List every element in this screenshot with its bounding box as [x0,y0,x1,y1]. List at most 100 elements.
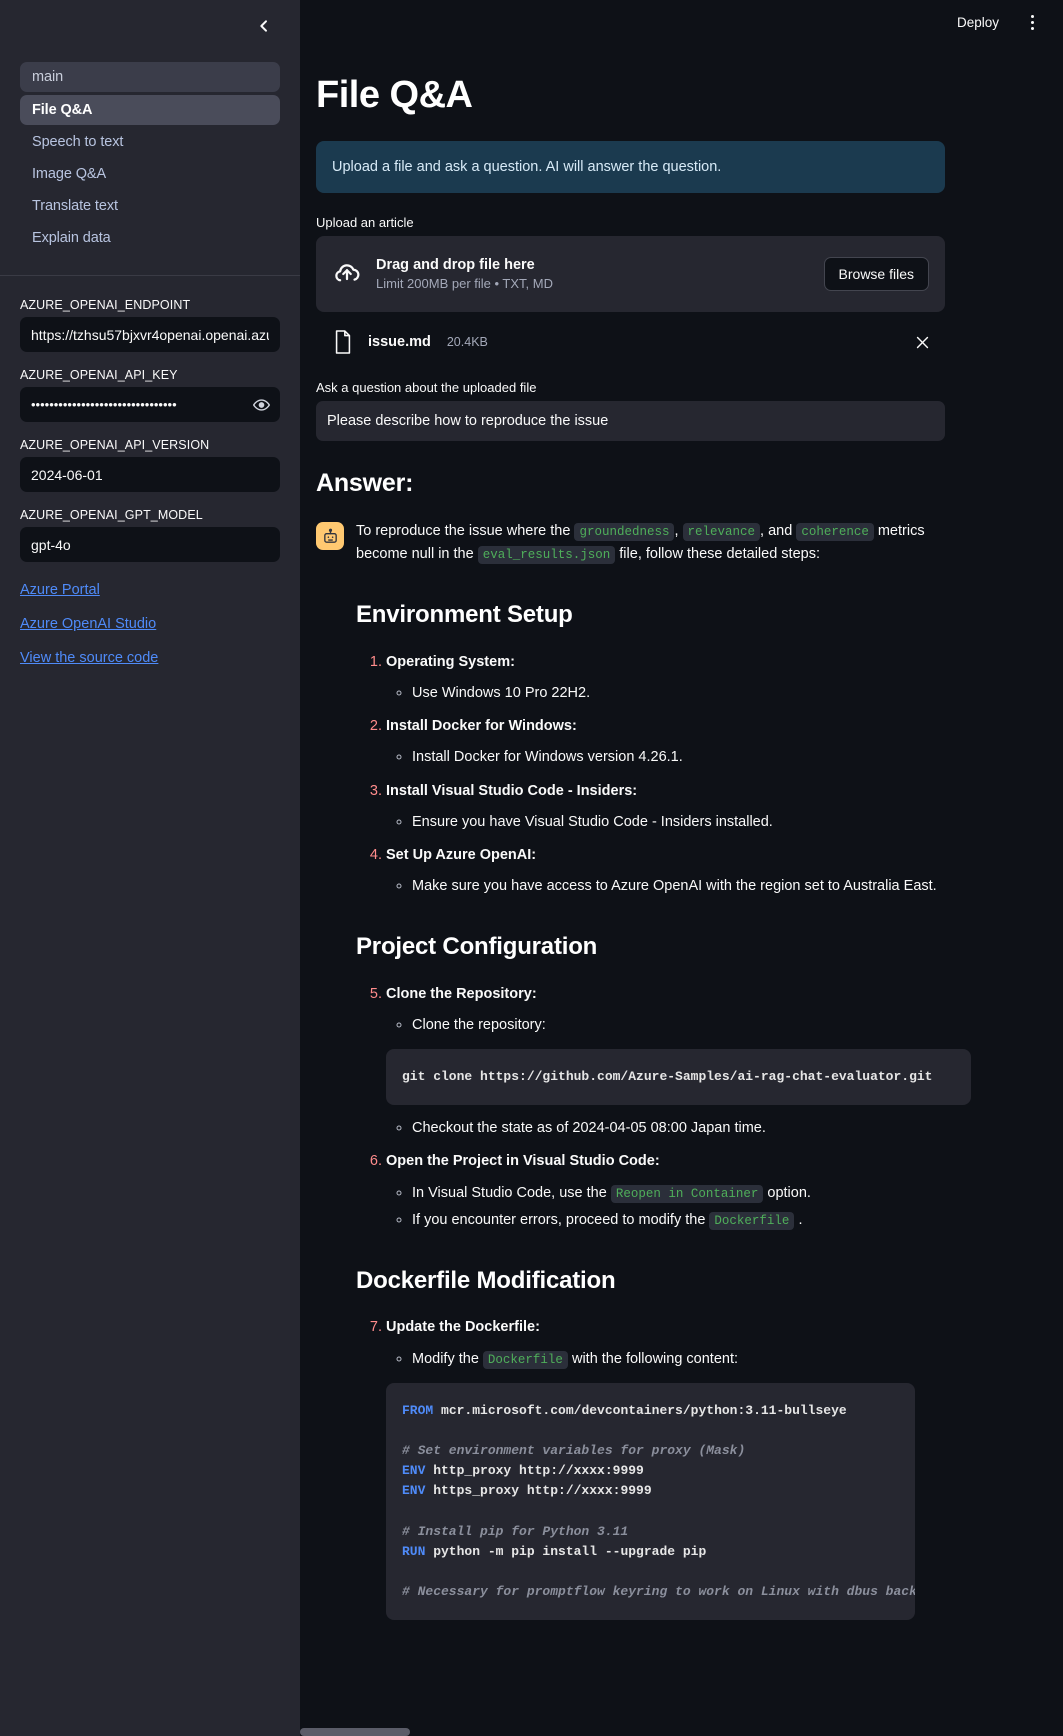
code-line: # Install pip for Python 3.11 [402,1522,899,1542]
sub-list: Modify the Dockerfile with the following… [386,1348,971,1371]
api-version-input[interactable]: 2024-06-01 [20,457,280,492]
sidebar-item-label: File Q&A [32,102,93,118]
close-icon[interactable] [914,334,939,351]
api-key-input-value: •••••••••••••••••••••••••••••••• [31,397,177,412]
list-item: If you encounter errors, proceed to modi… [412,1209,971,1232]
sub-list: Ensure you have Visual Studio Code - Ins… [386,811,971,834]
intro-text-5: file, follow these detailed steps: [615,546,820,563]
gpt-model-input-value: gpt-4o [31,536,71,553]
answer-intro-paragraph: To reproduce the issue where the grounde… [356,520,971,566]
sub-list: Checkout the state as of 2024-04-05 08:0… [386,1117,971,1140]
list-item: Install Visual Studio Code - Insiders: E… [386,780,971,834]
inline-code-relevance: relevance [682,523,761,541]
gpt-model-field-label: AZURE_OPENAI_GPT_MODEL [20,508,203,522]
list-item: Open the Project in Visual Studio Code: … [386,1150,971,1232]
sidebar-item-label: Speech to text [32,134,124,150]
api-version-input-value: 2024-06-01 [31,466,103,483]
main-panel: Deploy File Q&A Upload a file and ask a … [300,0,1063,1736]
link-azure-portal[interactable]: Azure Portal [20,582,100,598]
link-azure-openai-studio[interactable]: Azure OpenAI Studio [20,616,156,632]
sidebar-item-image-qa[interactable]: Image Q&A [20,159,280,189]
sidebar-item-file-qa[interactable]: File Q&A [20,95,280,125]
cloud-upload-icon [332,259,376,289]
browse-files-button[interactable]: Browse files [823,257,929,291]
sub-list: Use Windows 10 Pro 22H2. [386,682,971,705]
kebab-menu-icon[interactable] [1019,9,1045,35]
sidebar-item-label: Image Q&A [32,166,107,182]
inline-code-coherence: coherence [796,523,874,541]
sidebar-links: Azure Portal Azure OpenAI Studio View th… [0,578,300,666]
code-line: ENV http_proxy http://xxxx:9999 [402,1461,899,1481]
list-item: In Visual Studio Code, use the Reopen in… [412,1182,971,1205]
code-keyword: RUN [402,1543,426,1559]
list-item: Clone the Repository: Clone the reposito… [386,983,971,1141]
sub-text-pre: If you encounter errors, proceed to modi… [412,1211,710,1228]
gpt-model-input[interactable]: gpt-4o [20,527,280,562]
code-text: http_proxy http://xxxx:9999 [425,1463,644,1479]
code-comment: # Set environment variables for proxy (M… [402,1442,746,1458]
heading-dockerfile-modification: Dockerfile Modification [356,1266,616,1294]
inline-code-eval-results: eval_results.json [477,546,616,565]
app-root: main File Q&A Speech to text Image Q&A T… [0,0,1063,1736]
sidebar-item-speech-to-text[interactable]: Speech to text [20,127,280,157]
sub-list: Install Docker for Windows version 4.26.… [386,746,971,769]
code-keyword: ENV [402,1463,426,1479]
sidebar-collapse-button[interactable] [250,12,278,40]
file-icon [332,329,358,355]
list-item: Checkout the state as of 2024-04-05 08:0… [412,1117,971,1140]
dropzone-subtitle: Limit 200MB per file • TXT, MD [376,276,553,291]
list-item: Modify the Dockerfile with the following… [412,1348,971,1371]
file-dropzone[interactable]: Drag and drop file here Limit 200MB per … [316,236,945,312]
sidebar-item-explain-data[interactable]: Explain data [20,223,280,253]
info-banner: Upload a file and ask a question. AI wil… [316,141,945,193]
link-view-source-code[interactable]: View the source code [20,650,158,666]
dropzone-text: Drag and drop file here Limit 200MB per … [376,257,824,291]
question-input[interactable]: Please describe how to reproduce the iss… [316,401,945,441]
sub-text-post: with the following content: [567,1350,739,1367]
intro-text-3: , and [760,523,797,539]
chevron-left-icon [256,18,272,34]
inline-code-dockerfile: Dockerfile [482,1350,568,1369]
api-version-field-label: AZURE_OPENAI_API_VERSION [20,438,210,452]
api-key-input[interactable]: •••••••••••••••••••••••••••••••• [20,387,280,422]
code-line: # Set environment variables for proxy (M… [402,1441,899,1461]
endpoint-input[interactable]: https://tzhsu57bjxvr4openai.openai.azur [20,317,280,352]
sidebar-item-label: Explain data [32,230,111,246]
intro-text-2: , [674,523,683,539]
dockerfile-modification-list: Update the Dockerfile: Modify the Docker… [356,1316,971,1621]
sub-list: Make sure you have access to Azure OpenA… [386,875,971,898]
code-line: FROM mcr.microsoft.com/devcontainers/pyt… [402,1401,899,1421]
uploaded-file-row: issue.md 20.4KB [316,320,945,364]
sub-text-post: option. [763,1184,811,1201]
code-line: # Necessary for promptflow keyring to wo… [402,1582,915,1602]
list-item: Install Docker for Windows: Install Dock… [386,715,971,769]
list-item: Install Docker for Windows version 4.26.… [412,746,971,769]
sidebar-item-main[interactable]: main [20,62,280,92]
sidebar-config-form: AZURE_OPENAI_ENDPOINT https://tzhsu57bjx… [0,276,300,562]
assistant-message-body: To reproduce the issue where the grounde… [356,520,971,1632]
dropzone-title: Drag and drop file here [376,257,535,273]
deploy-button[interactable]: Deploy [951,12,1005,33]
list-item: Use Windows 10 Pro 22H2. [412,682,971,705]
endpoint-field-label: AZURE_OPENAI_ENDPOINT [20,298,191,312]
question-label: Ask a question about the uploaded file [316,380,537,395]
list-item: Make sure you have access to Azure OpenA… [412,875,971,898]
code-line: ENV https_proxy http://xxxx:9999 [402,1481,899,1501]
inline-code-dockerfile: Dockerfile [709,1211,795,1230]
sidebar-item-translate-text[interactable]: Translate text [20,191,280,221]
assistant-message: To reproduce the issue where the grounde… [316,520,1013,1632]
code-keyword: ENV [402,1483,426,1499]
api-key-field-label: AZURE_OPENAI_API_KEY [20,368,178,382]
sidebar-item-label: main [32,69,64,85]
uploaded-file-size: 20.4KB [446,335,488,349]
inline-code-reopen-in-container: Reopen in Container [610,1184,764,1203]
list-item: Set Up Azure OpenAI: Make sure you have … [386,844,971,898]
list-item-title: Clone the Repository: [386,985,537,1002]
eye-icon[interactable] [253,396,270,413]
list-item: Operating System: Use Windows 10 Pro 22H… [386,651,971,705]
code-text: https_proxy http://xxxx:9999 [425,1483,652,1499]
code-text: python -m pip install --upgrade pip [425,1543,707,1559]
horizontal-scrollbar[interactable] [300,1728,410,1736]
